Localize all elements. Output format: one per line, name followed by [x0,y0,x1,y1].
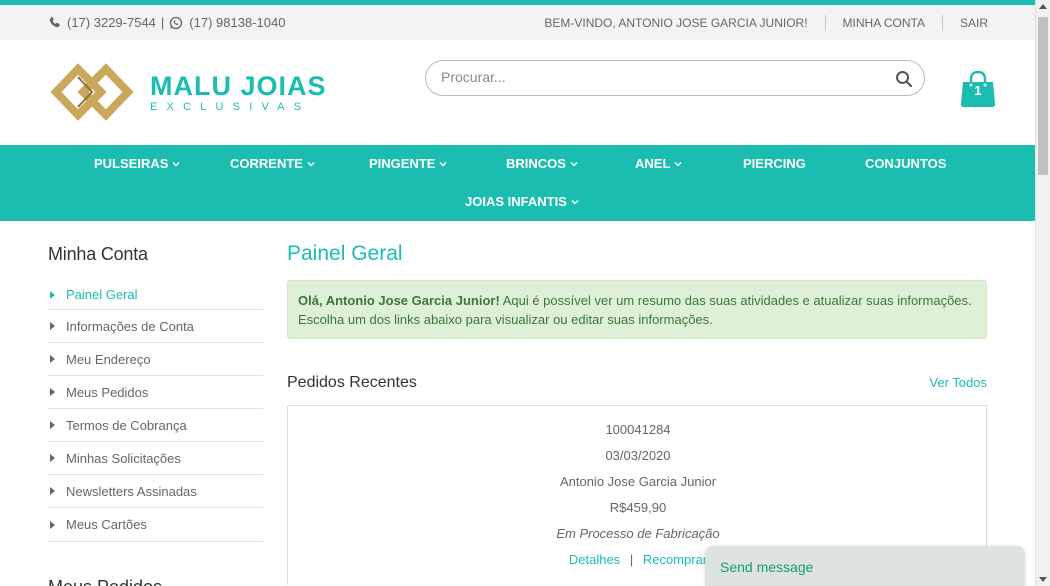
caret-right-icon [50,355,55,363]
phone-icon [49,16,60,28]
scroll-down-icon[interactable] [1039,577,1047,582]
sidebar-item-label: Meus Cartões [66,517,147,532]
nav-item-anel[interactable]: ANEL [635,156,682,171]
nav-item-label: PIERCING [743,156,806,171]
main-navigation: PULSEIRAS CORRENTE PINGENTE BRINCOS ANEL… [0,145,1035,221]
view-all-link[interactable]: Ver Todos [929,375,987,390]
nav-item-corrente[interactable]: CORRENTE [230,156,315,171]
welcome-name: Olá, Antonio Jose Garcia Junior! [298,293,500,308]
search-icon[interactable] [894,69,914,89]
sidebar-item-meus-pedidos[interactable]: Meus Pedidos [48,376,263,409]
logout-link[interactable]: SAIR [960,16,988,30]
nav-item-label: BRINCOS [506,156,566,171]
recent-orders-title: Pedidos Recentes [287,374,417,391]
order-total: R$459,90 [609,500,667,515]
my-account-link[interactable]: MINHA CONTA [843,16,925,30]
page-scrollbar[interactable] [1035,0,1050,586]
phone-separator: | [160,15,165,30]
account-links: BEM-VINDO, ANTONIO JOSE GARCIA JUNIOR! M… [544,15,988,31]
logo-subtitle: EXCLUSIVAS [150,100,311,113]
logo-mark-icon [50,63,134,121]
main-content: Painel Geral Olá, Antonio Jose Garcia Ju… [287,240,987,585]
sidebar-item-minhas-solicitacoes[interactable]: Minhas Solicitações [48,442,263,475]
chat-widget[interactable]: Send message [705,546,1025,586]
sidebar-item-label: Newsletters Assinadas [66,483,197,499]
order-details-link[interactable]: Detalhes [569,552,620,567]
account-sidebar: Minha Conta Painel Geral Informações de … [48,244,263,586]
scrollbar-thumb[interactable] [1038,17,1048,175]
site-header: MALU JOIAS EXCLUSIVAS 1 [0,40,1035,145]
logo-title: MALU JOIAS [150,70,327,101]
nav-item-label: CONJUNTOS [865,156,947,171]
caret-right-icon [50,421,55,429]
recent-orders-header: Pedidos Recentes Ver Todos [287,374,987,392]
chat-label: Send message [720,559,814,575]
cart-button[interactable]: 1 [960,70,996,110]
nav-item-pingente[interactable]: PINGENTE [369,156,447,171]
search-box [425,60,925,96]
nav-item-joias-infantis[interactable]: JOIAS INFANTIS [465,194,579,209]
site-logo[interactable]: MALU JOIAS EXCLUSIVAS [48,59,327,125]
cart-count-badge: 1 [974,83,982,98]
caret-right-icon [50,454,55,462]
sidebar-item-termos-de-cobranca[interactable]: Termos de Cobrança [48,409,263,442]
order-date: 03/03/2020 [605,448,671,463]
divider [941,15,943,31]
order-customer: Antonio Jose Garcia Junior [559,474,717,489]
sidebar-item-meu-endereco[interactable]: Meu Endereço [48,343,263,376]
sidebar-item-painel-geral[interactable]: Painel Geral [48,280,263,310]
sidebar-item-label: Meus Pedidos [66,384,149,400]
order-number: 100041284 [605,422,671,437]
sidebar-item-informacoes-de-conta[interactable]: Informações de Conta [48,310,263,343]
nav-item-conjuntos[interactable]: CONJUNTOS [865,156,946,171]
caret-right-icon [50,290,55,299]
chevron-down-icon [674,161,682,167]
action-separator: | [629,552,634,567]
sidebar-item-label: Termos de Cobrança [66,417,187,433]
nav-item-piercing[interactable]: PIERCING [743,156,806,171]
scroll-up-icon[interactable] [1039,4,1047,9]
caret-right-icon [50,520,55,529]
chevron-down-icon [172,161,180,167]
sidebar-section-heading: Meus Pedidos [48,577,162,586]
sidebar-item-label: Painel Geral [66,287,138,302]
nav-item-label: CORRENTE [230,156,303,171]
sidebar-item-label: Meu Endereço [66,351,151,367]
page-title: Painel Geral [287,242,403,265]
sidebar-item-meus-cartoes[interactable]: Meus Cartões [48,508,263,541]
caret-right-icon [50,487,55,495]
nav-item-pulseiras[interactable]: PULSEIRAS [94,156,180,171]
welcome-message: BEM-VINDO, ANTONIO JOSE GARCIA JUNIOR! [544,16,808,30]
chevron-down-icon [307,161,315,167]
chevron-down-icon [571,199,579,205]
nav-item-label: JOIAS INFANTIS [465,194,567,209]
logo-text: MALU JOIAS EXCLUSIVAS [150,72,327,113]
caret-right-icon [50,322,55,330]
phone-number: (17) 3229-7544 [67,15,156,30]
sidebar-item-label: Minhas Solicitações [66,450,181,466]
caret-right-icon [50,388,55,396]
welcome-message-box: Olá, Antonio Jose Garcia Junior! Aqui é … [287,280,987,339]
contact-phones: (17) 3229-7544 | (17) 98138-1040 [48,15,285,30]
chevron-down-icon [439,161,447,167]
top-bar: (17) 3229-7544 | (17) 98138-1040 BEM-VIN… [0,5,1035,40]
sidebar-title: Minha Conta [48,244,148,264]
nav-item-label: PINGENTE [369,156,436,171]
sidebar-item-label: Informações de Conta [66,318,194,334]
order-reorder-link[interactable]: Recomprar [643,552,707,567]
nav-item-label: ANEL [635,156,671,171]
divider [824,15,826,31]
nav-item-label: PULSEIRAS [94,156,169,171]
whatsapp-number: (17) 98138-1040 [189,15,286,30]
order-status: Em Processo de Fabricação [556,526,720,541]
divider [48,541,263,542]
sidebar-item-newsletters-assinadas[interactable]: Newsletters Assinadas [48,475,263,508]
whatsapp-icon [170,16,183,29]
nav-item-brincos[interactable]: BRINCOS [506,156,578,171]
search-input[interactable] [441,69,871,85]
chevron-down-icon [570,161,578,167]
